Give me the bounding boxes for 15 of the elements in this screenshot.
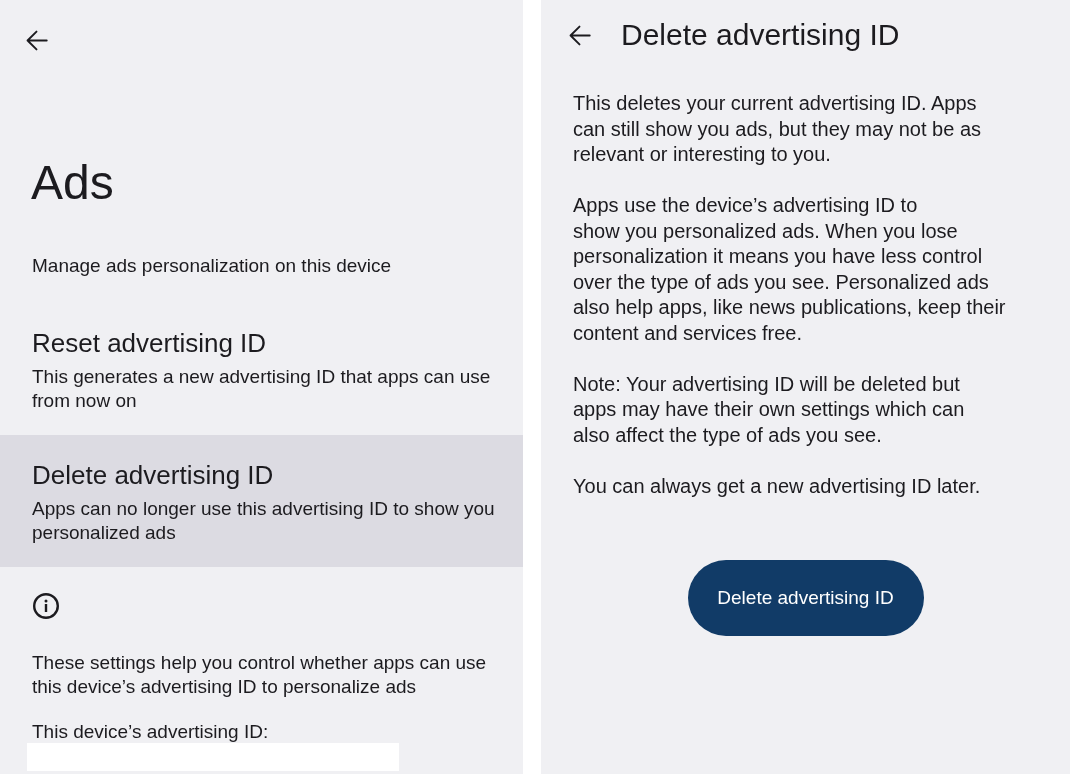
back-arrow-icon[interactable]: [568, 23, 591, 47]
back-arrow-icon[interactable]: [25, 29, 48, 52]
page-title: Ads: [31, 159, 114, 207]
body-paragraph: Note: Your advertising ID will be deleted but apps may have their own settings which can also affect the type of ads you see.: [573, 371, 965, 448]
screen-title: Delete advertising ID: [621, 17, 900, 53]
info-text: These settings help you control whether apps can use this device’s advertising ID to personalize ads: [32, 651, 487, 698]
advertising-id-label: This device’s advertising ID:: [32, 722, 269, 742]
body-paragraph: You can always get a new advertising ID later.: [573, 473, 981, 499]
body-paragraph: Apps use the device’s advertising ID to show you personalized ads. When you lose personalization it means you have less control over the type of ads you see. Personalized ads also help apps, like news publications, keep their content and services free.: [573, 193, 1006, 346]
page-description: Manage ads personalization on this device: [32, 254, 392, 278]
info-icon: [33, 593, 59, 619]
settings-item[interactable]: Reset advertising ID This generates a new advertising ID that apps can use from now on: [0, 303, 523, 435]
delete-id-button[interactable]: Delete advertising ID: [687, 560, 924, 636]
settings-item[interactable]: Delete advertising ID Apps can no longer use this advertising ID to show you personalized ads: [0, 435, 523, 567]
body-paragraph: This deletes your current advertising ID. Apps can still show you ads, but they may not be as relevant or interesting to you.: [573, 91, 981, 167]
